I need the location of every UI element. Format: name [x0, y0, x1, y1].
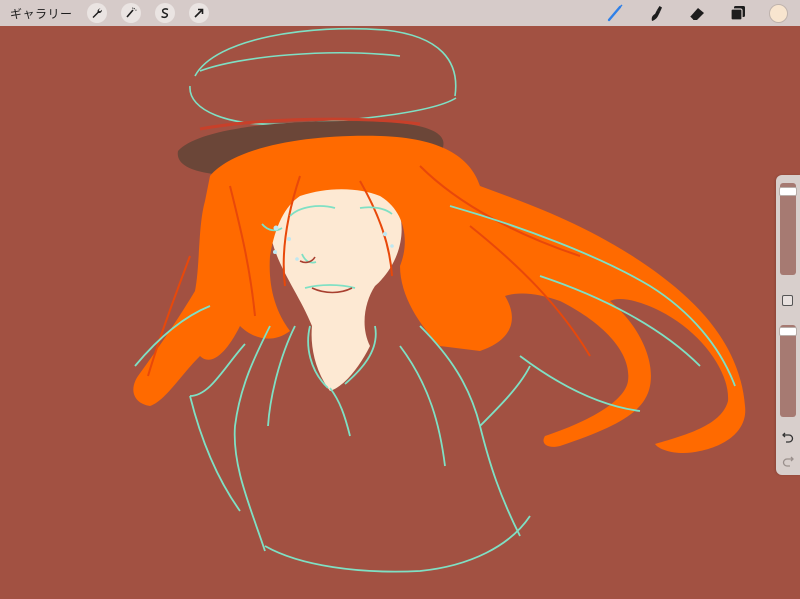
wrench-icon — [92, 8, 102, 18]
undo-icon — [782, 432, 794, 443]
layers-icon — [730, 6, 745, 21]
opacity-slider[interactable] — [779, 325, 797, 417]
selection-s-icon — [160, 8, 168, 19]
undo-button[interactable] — [781, 431, 795, 445]
top-toolbar: ギャラリー — [0, 0, 800, 26]
smudge-icon — [651, 6, 662, 21]
color-swatch-button[interactable] — [769, 3, 788, 23]
opacity-thumb[interactable] — [779, 327, 797, 336]
eraser-icon — [689, 8, 704, 21]
gallery-button[interactable]: ギャラリー — [10, 5, 73, 22]
brush-size-slider[interactable] — [779, 183, 797, 275]
brush-size-thumb[interactable] — [779, 187, 797, 196]
modify-button[interactable] — [782, 295, 793, 306]
redo-icon — [782, 456, 794, 467]
drawing-canvas[interactable] — [0, 26, 800, 599]
layers-button[interactable] — [728, 3, 748, 23]
adjustments-button[interactable] — [120, 3, 141, 23]
selection-button[interactable] — [154, 3, 175, 23]
smudge-tool-button[interactable] — [646, 3, 666, 23]
brush-icon — [607, 4, 623, 22]
brush-sidebar — [776, 175, 800, 475]
redo-button[interactable] — [781, 455, 795, 469]
right-toolbar — [605, 0, 800, 26]
magic-wand-icon — [125, 7, 137, 18]
transform-button[interactable] — [188, 3, 209, 23]
actions-button[interactable] — [86, 3, 107, 23]
artwork — [0, 26, 800, 599]
brush-tool-button[interactable] — [605, 3, 625, 23]
eraser-tool-button[interactable] — [687, 3, 707, 23]
arrow-cursor-icon — [193, 8, 203, 18]
